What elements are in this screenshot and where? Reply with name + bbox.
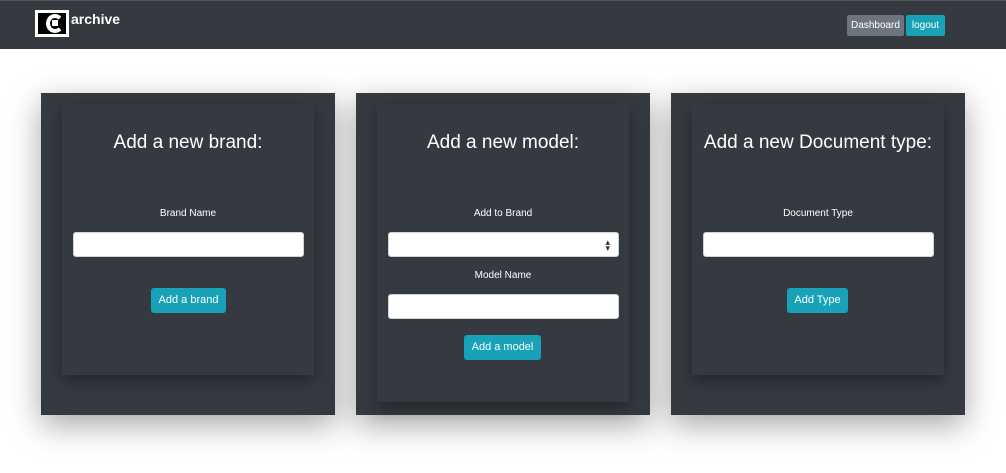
logout-button[interactable]: logout bbox=[906, 15, 945, 36]
doctype-form-title: Add a new Document type: bbox=[703, 132, 933, 153]
document-type-label: Document Type bbox=[783, 208, 853, 219]
c-logo-icon bbox=[35, 10, 69, 37]
brand-link[interactable]: archive bbox=[35, 10, 120, 37]
add-type-button[interactable]: Add Type bbox=[787, 288, 848, 313]
brand-form-card: Add a new brand: Brand Name Add a brand bbox=[62, 105, 314, 375]
brand-select[interactable]: ▴ ▾ bbox=[388, 232, 619, 257]
model-panel: Add a new model: Add to Brand ▴ ▾ Model N… bbox=[356, 93, 650, 415]
add-to-brand-label: Add to Brand bbox=[473, 208, 533, 219]
dashboard-button[interactable]: Dashboard bbox=[847, 15, 904, 36]
doctype-panel: Add a new Document type: Document Type A… bbox=[671, 93, 965, 415]
brand-text: archive bbox=[71, 11, 121, 27]
model-name-input[interactable] bbox=[388, 294, 619, 319]
model-form-title: Add a new model: bbox=[426, 132, 580, 153]
brand-panel: Add a new brand: Brand Name Add a brand bbox=[41, 93, 335, 415]
select-arrows-icon: ▴ ▾ bbox=[605, 237, 610, 253]
model-form-card: Add a new model: Add to Brand ▴ ▾ Model N… bbox=[377, 105, 629, 402]
add-brand-button[interactable]: Add a brand bbox=[151, 288, 226, 313]
model-name-label: Model Name bbox=[474, 270, 532, 281]
brand-form-title: Add a new brand: bbox=[113, 132, 263, 153]
add-model-button[interactable]: Add a model bbox=[464, 335, 541, 360]
document-type-input[interactable] bbox=[703, 232, 934, 257]
doctype-form-card: Add a new Document type: Document Type A… bbox=[692, 105, 944, 375]
brand-name-label: Brand Name bbox=[159, 208, 217, 219]
top-navbar: archive Dashboard logout bbox=[0, 0, 1006, 49]
brand-name-input[interactable] bbox=[73, 232, 304, 257]
